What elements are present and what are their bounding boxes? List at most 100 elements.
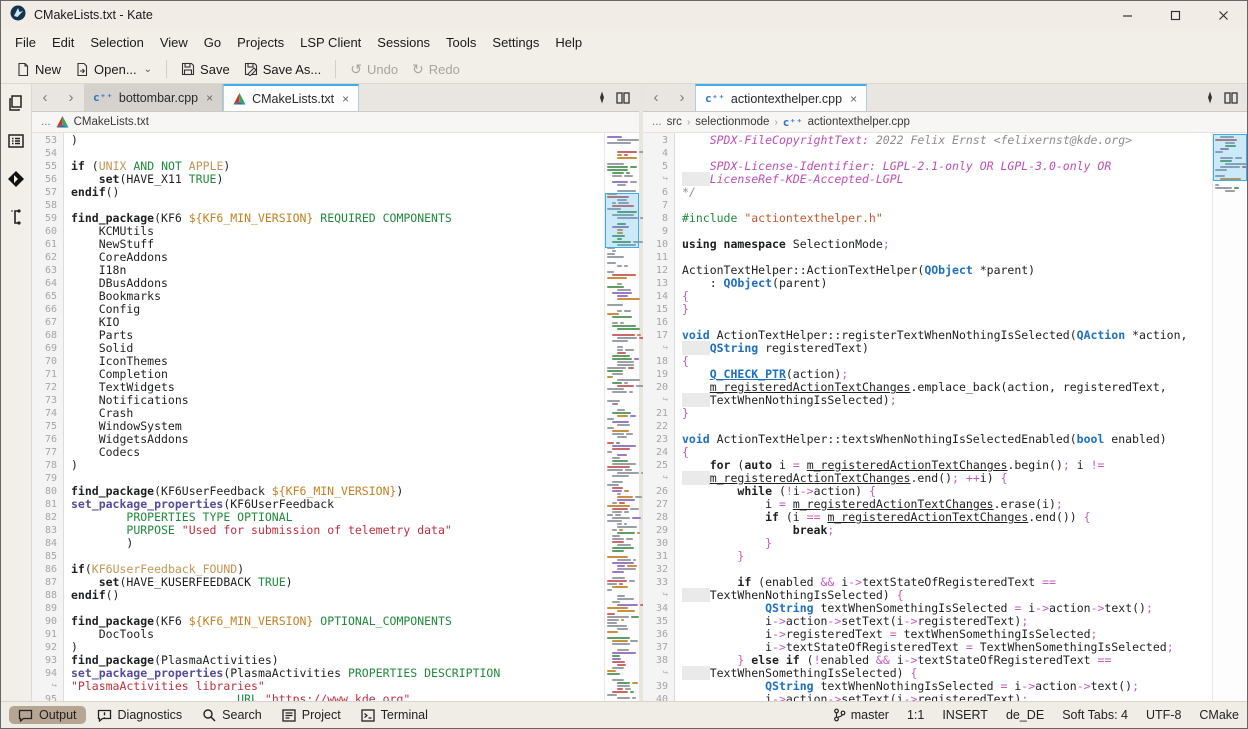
line-number: 73: [32, 394, 64, 407]
code-line: 14{: [643, 290, 1212, 303]
project-list-icon[interactable]: [7, 132, 25, 155]
split-view-icon[interactable]: [1224, 92, 1238, 104]
cpp-file-icon: c⁺⁺: [705, 92, 725, 105]
minimap-viewport[interactable]: [1213, 134, 1247, 181]
maximize-button[interactable]: [1151, 1, 1199, 29]
status-info: master 1:1 INSERT de_DE Soft Tabs: 4 UTF-8 CMa…: [833, 708, 1239, 722]
menu-lsp-client[interactable]: LSP Client: [292, 32, 369, 53]
toolview-button-project[interactable]: Project: [273, 706, 350, 724]
tab-label: bottombar.cpp: [119, 91, 198, 105]
menu-help[interactable]: Help: [547, 32, 590, 53]
toolview-button-terminal[interactable]: Terminal: [352, 706, 437, 724]
menu-view[interactable]: View: [152, 32, 196, 53]
tab-close-icon[interactable]: ×: [206, 91, 213, 105]
input-mode[interactable]: INSERT: [942, 708, 988, 722]
git-branch-status[interactable]: master: [833, 708, 889, 722]
history-forward-icon[interactable]: ›: [58, 84, 84, 111]
syntax-mode-label: CMake: [1199, 708, 1239, 722]
minimap-viewport[interactable]: [605, 193, 639, 248]
breadcrumb-item[interactable]: ...: [41, 116, 51, 128]
toolview-label: Search: [222, 708, 262, 722]
line-number: 79: [32, 472, 64, 485]
editor-view[interactable]: 3 SPDX-FileCopyrightText: 2022 Felix Ern…: [643, 133, 1247, 702]
line-number: 93: [32, 654, 64, 667]
menu-sessions[interactable]: Sessions: [369, 32, 438, 53]
tab-close-icon[interactable]: ×: [342, 92, 349, 106]
cmake-icon: [233, 93, 246, 105]
menu-tools[interactable]: Tools: [438, 32, 484, 53]
breadcrumb-item[interactable]: src: [667, 116, 682, 128]
cursor-position[interactable]: 1:1: [907, 708, 924, 722]
new-button[interactable]: New: [9, 59, 68, 80]
code-area[interactable]: 53)5455if (UNIX AND NOT APPLE)56 set(HAV…: [32, 133, 604, 702]
syntax-mode[interactable]: CMake: [1199, 708, 1239, 722]
documents-icon[interactable]: [7, 94, 25, 117]
menu-edit[interactable]: Edit: [44, 32, 82, 53]
tab-close-icon[interactable]: ×: [850, 92, 857, 106]
save-as-icon: [244, 62, 258, 76]
line-number: 12: [643, 264, 675, 277]
new-document-icon: [16, 62, 30, 77]
code-line: 21}: [643, 407, 1212, 420]
code-area[interactable]: 3 SPDX-FileCopyrightText: 2022 Felix Ern…: [643, 133, 1212, 702]
code-line: 31 }: [643, 550, 1212, 563]
toolview-button-output[interactable]: Output: [9, 706, 86, 724]
code-line: ↪ TextWhenNothingIsSelected);: [643, 394, 1212, 407]
dictionary[interactable]: de_DE: [1006, 708, 1044, 722]
tab-bottombar.cpp[interactable]: c⁺⁺ bottombar.cpp ×: [84, 84, 223, 111]
editor-view[interactable]: 53)5455if (UNIX AND NOT APPLE)56 set(HAV…: [32, 133, 639, 702]
toolview-button-diagnostics[interactable]: Diagnostics: [88, 706, 192, 724]
history-back-icon[interactable]: ‹: [643, 84, 669, 111]
undo-icon: ↺: [350, 61, 362, 78]
menu-selection[interactable]: Selection: [82, 32, 151, 53]
history-back-icon[interactable]: ‹: [32, 84, 58, 111]
diamond-tool-icon[interactable]: [7, 170, 25, 193]
menu-bar: FileEditSelectionViewGoProjectsLSP Clien…: [1, 29, 1247, 55]
minimap-scrollbar[interactable]: [1212, 133, 1247, 702]
encoding[interactable]: UTF-8: [1146, 708, 1181, 722]
redo-button[interactable]: ↻ Redo: [405, 58, 467, 81]
menu-settings[interactable]: Settings: [484, 32, 547, 53]
menu-go[interactable]: Go: [196, 32, 229, 53]
indent-mode[interactable]: Soft Tabs: 4: [1062, 708, 1128, 722]
save-button[interactable]: Save: [174, 59, 237, 80]
open-dropdown-chevron-icon[interactable]: ⌄: [144, 64, 152, 75]
redo-icon: ↻: [412, 61, 424, 78]
undo-button[interactable]: ↺ Undo: [343, 58, 405, 81]
close-button[interactable]: [1199, 1, 1247, 29]
line-number: 76: [32, 433, 64, 446]
open-document-icon: [75, 62, 89, 77]
split-view-icon[interactable]: [616, 92, 630, 104]
quick-open-icon[interactable]: [1206, 91, 1214, 104]
line-number: 4: [643, 147, 675, 160]
code-line: 13 : QObject(parent): [643, 277, 1212, 290]
line-number: 25: [643, 459, 675, 472]
menu-file[interactable]: File: [7, 32, 44, 53]
call-tree-icon[interactable]: [7, 208, 25, 231]
line-number: 37: [643, 641, 675, 654]
encoding-label: UTF-8: [1146, 708, 1181, 722]
line-number: 55: [32, 160, 64, 173]
breadcrumb-item[interactable]: actiontexthelper.cpp: [808, 116, 910, 128]
tab-actiontexthelper.cpp[interactable]: c⁺⁺actiontexthelper.cpp×: [695, 84, 867, 111]
minimize-button[interactable]: [1103, 1, 1151, 29]
history-forward-icon[interactable]: ›: [669, 84, 695, 111]
line-number: 18: [643, 355, 675, 368]
save-as-button[interactable]: Save As...: [237, 59, 329, 80]
code-line: 23void ActionTextHelper::textsWhenNothin…: [643, 433, 1212, 446]
title-bar: CMakeLists.txt - Kate: [1, 1, 1247, 29]
minimap-scrollbar[interactable]: [604, 133, 639, 702]
cpp-file-icon: c⁺⁺: [93, 91, 113, 104]
line-number: 75: [32, 420, 64, 433]
tab-CMakeLists.txt[interactable]: CMakeLists.txt×: [223, 84, 359, 111]
menu-projects[interactable]: Projects: [229, 32, 292, 53]
breadcrumb-item[interactable]: selectionmode: [695, 116, 769, 128]
toolview-button-search[interactable]: Search: [193, 706, 271, 724]
line-number: 59: [32, 212, 64, 225]
breadcrumb-item[interactable]: ...: [652, 116, 662, 128]
breadcrumb-item[interactable]: CMakeLists.txt: [74, 116, 149, 128]
quick-open-icon[interactable]: [598, 91, 606, 104]
open-button[interactable]: Open... ⌄: [68, 59, 159, 80]
save-icon: [181, 62, 195, 76]
line-number: 33: [643, 576, 675, 589]
